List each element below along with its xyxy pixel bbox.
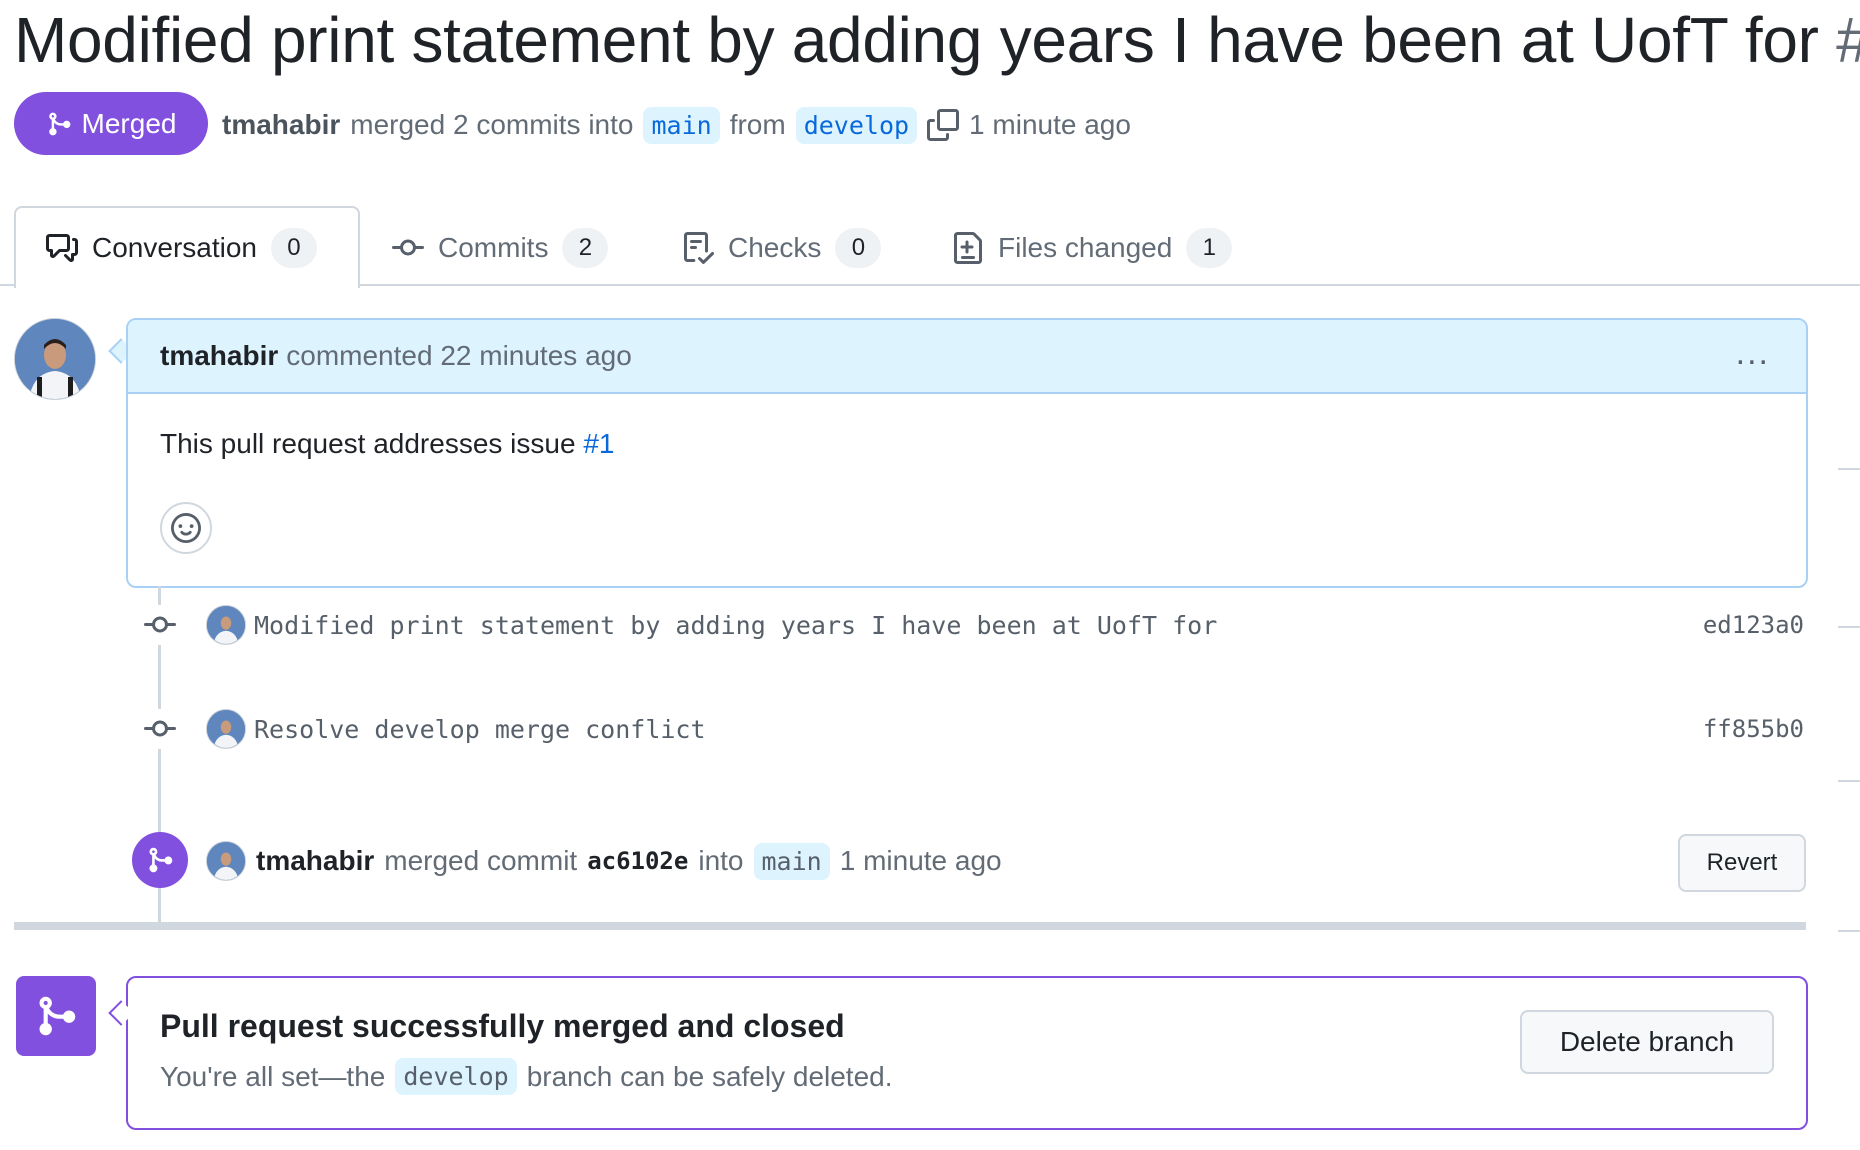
avatar[interactable] [14, 318, 96, 400]
comment-header: tmahabir commented 22 minutes ago ... [128, 320, 1806, 394]
tab-conversation-label: Conversation [92, 232, 257, 263]
git-commit-icon [140, 605, 180, 645]
git-commit-icon [140, 709, 180, 749]
deletable-branch[interactable]: develop [395, 1058, 517, 1095]
commit-sha[interactable]: ff855b0 [1703, 715, 1804, 743]
commit-row: Modified print statement by adding years… [140, 602, 1804, 648]
revert-button[interactable]: Revert [1678, 834, 1806, 892]
merged-sub-prefix: You're all set—the [160, 1060, 386, 1092]
tab-commits[interactable]: Commits 2 [392, 222, 609, 274]
tab-files-changed[interactable]: Files changed 1 [952, 222, 1233, 274]
sidebar-divider [1838, 780, 1860, 782]
merge-commit-sha[interactable]: ac6102e [587, 847, 688, 875]
merge-action-text: merged 2 commits into [350, 109, 634, 140]
commit-avatar[interactable] [206, 709, 246, 749]
issue-link[interactable]: #1 [583, 428, 614, 459]
head-branch[interactable]: develop [795, 106, 918, 144]
comment-text: This pull request addresses issue [160, 428, 576, 459]
file-diff-icon [954, 232, 982, 264]
tab-commits-count: 2 [562, 228, 609, 268]
merge-action: merged commit [384, 845, 578, 876]
merged-status-icon-box [16, 976, 96, 1056]
tab-files-label: Files changed [998, 232, 1173, 263]
merge-time: 1 minute ago [969, 109, 1131, 140]
commit-avatar[interactable] [206, 605, 246, 645]
git-merge-icon [149, 847, 173, 873]
base-branch[interactable]: main [643, 106, 720, 144]
avatar-image [15, 319, 95, 399]
merge-target-branch[interactable]: main [753, 842, 830, 880]
merged-state-badge: Merged [14, 92, 208, 155]
smiley-icon [171, 513, 201, 543]
git-merge-icon [48, 112, 70, 135]
merged-sub-suffix: branch can be safely deleted. [526, 1060, 893, 1092]
commit-sha[interactable]: ed123a0 [1703, 611, 1804, 639]
merge-event-text: tmahabir merged commit ac6102e into main… [206, 836, 1002, 886]
comment-body: This pull request addresses issue #1 [128, 394, 1806, 460]
comment-author[interactable]: tmahabir [160, 340, 278, 372]
sidebar-divider [1838, 930, 1860, 932]
timeline-separator [14, 922, 1806, 930]
author-link[interactable]: tmahabir [222, 109, 340, 141]
tab-files-count: 1 [1186, 228, 1233, 268]
pr-title: Modified print statement by adding years… [14, 2, 1860, 78]
merged-label: Merged [81, 107, 177, 139]
delete-branch-button[interactable]: Delete branch [1520, 1010, 1774, 1074]
git-merge-icon [39, 996, 76, 1036]
checklist-icon [684, 232, 714, 264]
commit-message[interactable]: Modified print statement by adding years… [254, 611, 1217, 640]
commit-message[interactable]: Resolve develop merge conflict [254, 715, 706, 744]
comment-meta: commented 22 minutes ago [286, 340, 632, 371]
sidebar-divider [1838, 468, 1860, 470]
merged-subtitle: You're all set—the develop branch can be… [160, 1058, 893, 1095]
tab-checks-count: 0 [835, 228, 882, 268]
tab-commits-label: Commits [438, 232, 549, 263]
merge-author[interactable]: tmahabir [256, 845, 374, 877]
sidebar-clipped [1838, 340, 1860, 1150]
pr-meta: tmahabir merged 2 commits into main from… [222, 102, 1131, 148]
commit-row: Resolve develop merge conflict ff855b0 [140, 706, 1804, 752]
merged-title: Pull request successfully merged and clo… [160, 1008, 845, 1044]
from-text: from [729, 109, 786, 140]
add-reaction-button[interactable] [160, 502, 212, 554]
pr-number: #2 [1836, 4, 1860, 76]
tab-checks[interactable]: Checks 0 [682, 222, 882, 274]
merge-into: into [698, 845, 744, 876]
merge-event-time: 1 minute ago [839, 845, 1002, 876]
tab-conversation-count: 0 [270, 228, 317, 268]
kebab-menu-icon[interactable]: ... [1736, 334, 1770, 373]
merge-event-badge [132, 832, 188, 888]
merge-avatar[interactable] [206, 841, 246, 881]
tab-conversation[interactable]: Conversation 0 [46, 222, 317, 274]
copy-icon[interactable] [927, 109, 960, 141]
tab-checks-label: Checks [728, 232, 822, 263]
comment-box: tmahabir commented 22 minutes ago ... Th… [126, 318, 1808, 588]
pr-title-text: Modified print statement by adding years… [14, 4, 1819, 76]
comment-discussion-icon [46, 234, 78, 262]
sidebar-divider [1838, 626, 1860, 628]
git-commit-icon [392, 239, 424, 256]
